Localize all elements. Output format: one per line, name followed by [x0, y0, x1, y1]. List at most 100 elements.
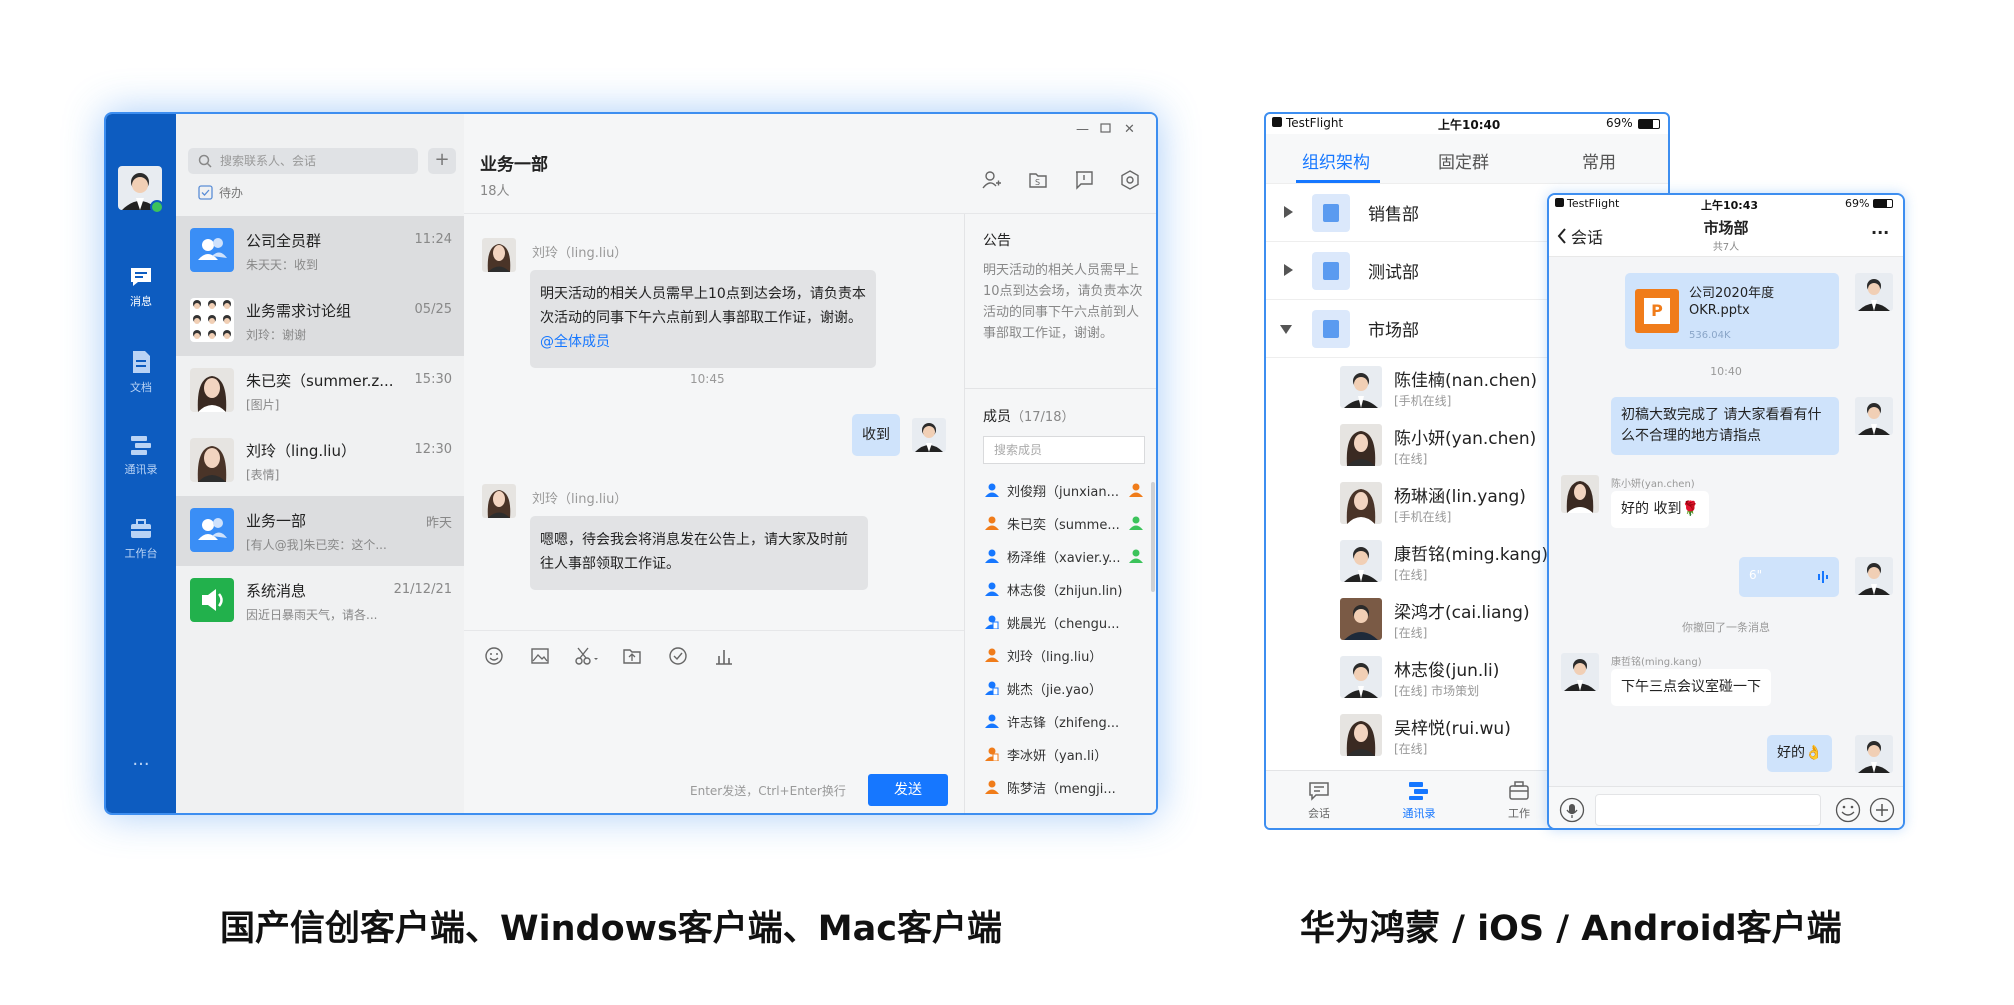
file-upload-icon[interactable] — [622, 646, 642, 666]
chat-title: 市场部 — [1703, 219, 1749, 237]
rail-item-documents[interactable]: 文档 — [106, 350, 176, 395]
sender-avatar[interactable] — [482, 484, 516, 518]
conversation-item[interactable]: 刘玲（ling.liu） 12:30 [表情] — [176, 426, 464, 496]
message-sender: 刘玲（ling.liu） — [532, 246, 628, 261]
bottom-tab-conversations[interactable]: 会话 — [1294, 781, 1344, 821]
message-sender: 康哲铭(ming.kang) — [1611, 657, 1702, 668]
search-placeholder: 搜索联系人、会话 — [220, 154, 317, 168]
self-message-bubble: 好的👌 — [1767, 735, 1833, 772]
contact-search-input[interactable]: 搜索联系人、会话 — [188, 148, 418, 174]
message-input[interactable] — [1595, 794, 1821, 826]
member-item[interactable]: 陈梦洁（mengji... — [985, 777, 1116, 797]
member-item[interactable]: 姚晨光（chengu... — [985, 612, 1120, 632]
member-item[interactable]: 朱已奕（summe... — [985, 513, 1120, 533]
add-icon[interactable] — [1869, 797, 1895, 823]
sender-avatar[interactable] — [1561, 653, 1599, 691]
mention-link[interactable]: @全体成员 — [540, 334, 610, 350]
self-avatar[interactable] — [1855, 397, 1893, 435]
department-icon — [1312, 310, 1350, 348]
member-item[interactable]: 刘俊翔（junxian... — [985, 480, 1119, 500]
message-text: 下午三点会议室碰一下 — [1621, 679, 1761, 695]
caption-mobile: 华为鸿蒙 / iOS / Android客户端 — [1300, 909, 1842, 949]
member-item[interactable]: 姚杰（jie.yao） — [985, 678, 1102, 698]
sender-avatar[interactable] — [482, 238, 516, 272]
message-bubble: 下午三点会议室碰一下 — [1611, 669, 1771, 706]
conversation-item[interactable]: 公司全员群 11:24 朱天天：收到 — [176, 216, 464, 286]
image-icon[interactable] — [530, 646, 550, 666]
screenshot-icon[interactable] — [574, 646, 600, 666]
sender-avatar[interactable] — [1561, 475, 1599, 513]
bottom-tab-contacts[interactable]: 通讯录 — [1394, 781, 1444, 821]
caption-desktop: 国产信创客户端、Windows客户端、Mac客户端 — [220, 909, 1002, 949]
voice-message[interactable]: 6" — [1739, 557, 1839, 597]
chat-panel: — ✕ 业务一部 18人 S 刘玲（ling.liu） 明天活动的相关人员需早上… — [464, 114, 1156, 813]
message-icon — [1309, 782, 1329, 801]
todo-link[interactable]: 待办 — [198, 184, 243, 201]
emoji-icon[interactable] — [484, 646, 504, 666]
message-text: 好的 收到🌹 — [1621, 501, 1699, 517]
member-item[interactable]: 林志俊（zhijun.lin) — [985, 579, 1122, 599]
contact-status: [手机在线] — [1394, 394, 1452, 408]
settings-icon[interactable] — [1120, 170, 1140, 190]
member-name: 李冰妍（yan.li） — [1007, 748, 1108, 764]
chart-icon[interactable] — [714, 646, 734, 666]
rail-label: 通讯录 — [124, 463, 158, 476]
user-mobile-icon — [985, 747, 999, 761]
online-badge-icon — [150, 200, 164, 214]
rail-item-contacts[interactable]: 通讯录 — [106, 434, 176, 477]
member-scrollbar[interactable] — [1151, 482, 1155, 592]
member-item[interactable]: 许志锋（zhifeng... — [985, 711, 1119, 731]
add-button[interactable]: + — [428, 148, 456, 174]
more-button[interactable]: ··· — [1871, 223, 1889, 242]
conversation-item[interactable]: 业务需求讨论组 05/25 刘玲：谢谢 — [176, 286, 464, 356]
self-avatar[interactable] — [1855, 735, 1893, 773]
contact-name: 陈佳楠(nan.chen) — [1394, 371, 1537, 391]
rail-label: 工作台 — [124, 547, 158, 560]
battery-icon — [1638, 119, 1660, 129]
conversation-name: 系统消息 — [246, 582, 307, 600]
tab-organization[interactable]: 组织架构 — [1302, 148, 1370, 173]
message-bubble: 好的 收到🌹 — [1611, 491, 1709, 528]
chat-title: 业务一部 — [480, 155, 548, 175]
more-icon[interactable]: ··· — [106, 754, 176, 775]
self-avatar[interactable] — [1855, 557, 1893, 595]
folder-icon[interactable]: S — [1028, 170, 1048, 190]
search-icon — [198, 154, 212, 168]
self-avatar[interactable] — [912, 418, 946, 452]
tab-frequent[interactable]: 常用 — [1582, 148, 1616, 173]
voice-input-icon[interactable] — [1559, 797, 1585, 823]
tab-fixed-groups[interactable]: 固定群 — [1438, 148, 1489, 173]
add-member-icon[interactable] — [982, 170, 1002, 190]
conversation-item[interactable]: 系统消息 21/12/21 因近日暴雨天气，请各... — [176, 566, 464, 636]
rail-item-messages[interactable]: 消息 — [106, 266, 176, 309]
member-name: 杨泽维（xavier.y... — [1007, 550, 1121, 566]
announcement-icon[interactable] — [1074, 170, 1094, 190]
conversation-item[interactable]: 朱已奕（summer.z... 15:30 [图片] — [176, 356, 464, 426]
emoji-icon[interactable] — [1835, 797, 1861, 823]
send-button[interactable]: 发送 — [868, 774, 948, 806]
self-avatar[interactable] — [1855, 273, 1893, 311]
conversation-time: 12:30 — [414, 442, 452, 457]
message-icon — [131, 268, 151, 286]
contact-avatar — [1340, 598, 1382, 640]
conversation-name: 朱已奕（summer.z... — [246, 372, 394, 390]
battery-icon — [1873, 199, 1893, 208]
rail-item-workbench[interactable]: 工作台 — [106, 518, 176, 561]
person-avatar — [190, 438, 234, 482]
file-message[interactable]: P 公司2020年度OKR.pptx 536.04K — [1625, 273, 1839, 349]
input-toolbar — [464, 630, 964, 631]
member-item[interactable]: 杨泽维（xavier.y... — [985, 546, 1120, 566]
status-left: TestFlight — [1555, 197, 1619, 210]
status-bar: TestFlight 上午10:43 69% — [1549, 195, 1903, 213]
department-name: 测试部 — [1368, 263, 1419, 283]
member-item[interactable]: 刘玲（ling.liu） — [985, 645, 1102, 665]
task-check-icon[interactable] — [668, 646, 688, 666]
online-user-icon — [1129, 483, 1143, 497]
bottom-tab-work[interactable]: 工作 — [1494, 781, 1544, 821]
battery-level: 69% — [1845, 197, 1870, 210]
conversation-item-active[interactable]: 业务一部 昨天 [有人@我]朱已奕：这个... — [176, 496, 464, 566]
member-item[interactable]: 李冰妍（yan.li） — [985, 744, 1107, 764]
checkbox-icon — [198, 185, 213, 200]
member-search-input[interactable]: 搜索成员 — [983, 436, 1145, 464]
conversation-name: 业务一部 — [246, 512, 307, 530]
